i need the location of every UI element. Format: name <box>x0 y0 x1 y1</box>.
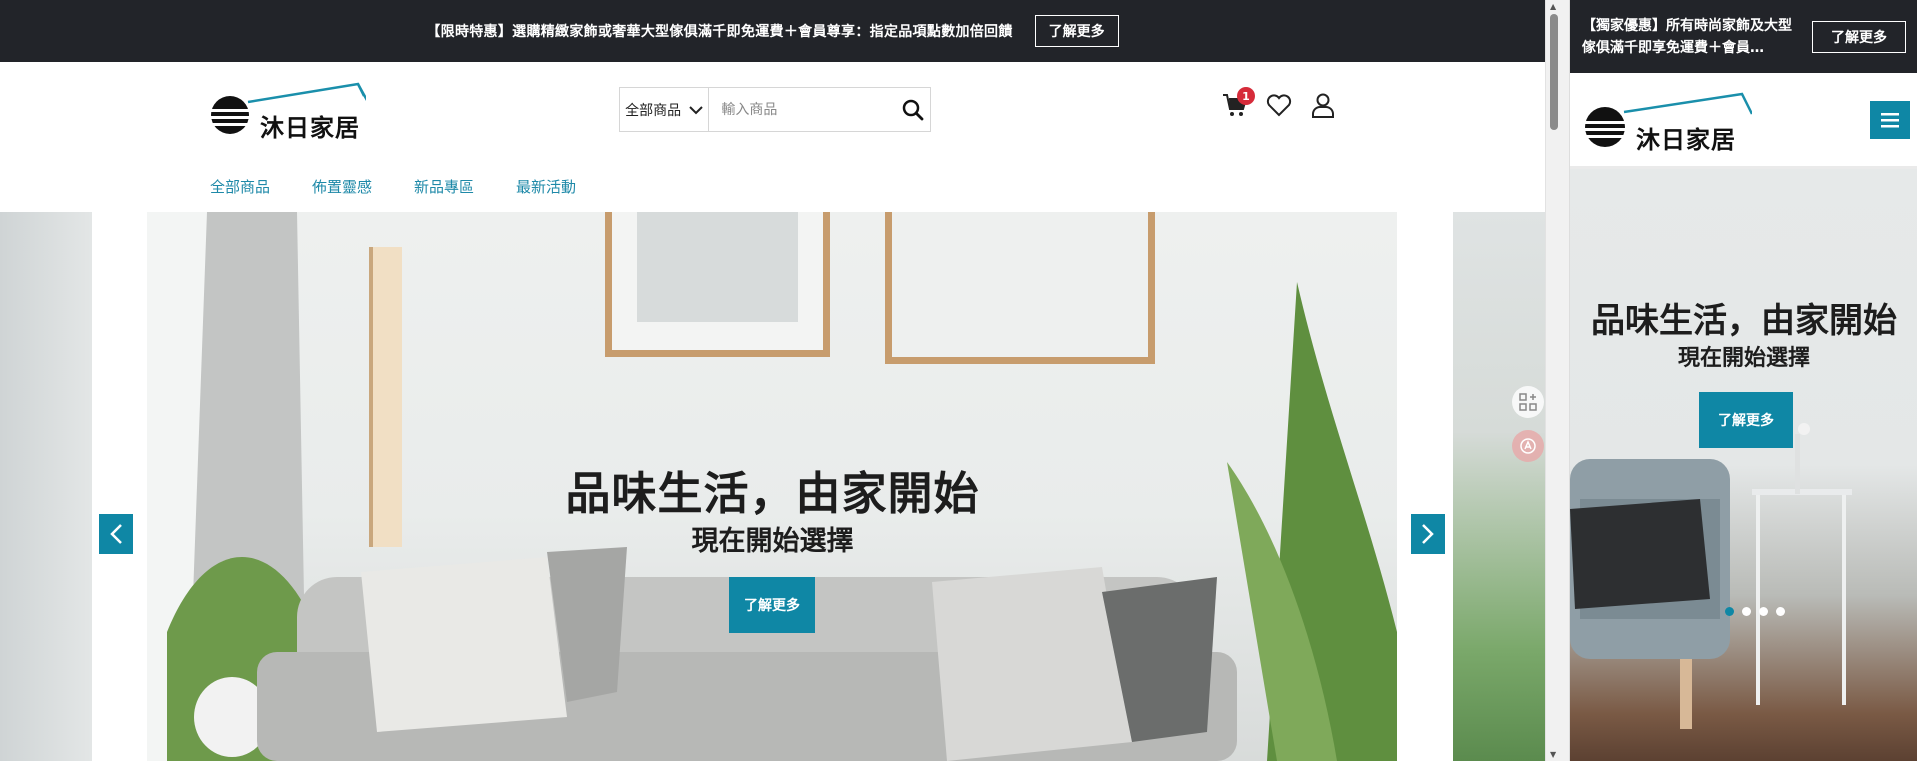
carousel-dot-1[interactable] <box>1725 607 1734 616</box>
wishlist-button[interactable] <box>1266 92 1292 118</box>
hero-subtitle: 現在開始選擇 <box>691 526 854 557</box>
mobile-hero-carousel: 品味生活，由家開始 現在開始選擇 了解更多 <box>1570 169 1917 761</box>
search-category-select[interactable]: 全部商品 <box>620 88 710 131</box>
screen: 【限時特惠】選購精緻家飾或奢華大型傢俱滿千即免運費＋會員尊享：指定品項點數加倍回… <box>0 0 1917 761</box>
hero-learn-more-button[interactable]: 了解更多 <box>729 577 815 633</box>
mobile-hero-title: 品味生活，由家開始 <box>1591 301 1897 341</box>
hero-carousel: 品味生活，由家開始 現在開始選擇 了解更多 <box>0 212 1545 761</box>
nav-new-arrivals[interactable]: 新品專區 <box>414 176 474 197</box>
carousel-dot-3[interactable] <box>1759 607 1768 616</box>
mobile-view: 【獨家優惠】所有時尚家飾及大型傢俱滿千即享免運費＋會員… 了解更多 沐日家居 品… <box>1569 0 1917 761</box>
promo-bar: 【限時特惠】選購精緻家飾或奢華大型傢俱滿千即免運費＋會員尊享：指定品項點數加倍回… <box>0 0 1545 62</box>
scroll-up-arrow-icon[interactable]: ▲ <box>1550 2 1556 11</box>
hamburger-menu-icon <box>1881 113 1899 128</box>
carousel-dot-4[interactable] <box>1776 607 1785 616</box>
desktop-view: 【限時特惠】選購精緻家飾或奢華大型傢俱滿千即免運費＋會員尊享：指定品項點數加倍回… <box>0 0 1545 761</box>
mobile-hero-subtitle: 現在開始選擇 <box>1677 346 1810 371</box>
mobile-hero-learn-more-button[interactable]: 了解更多 <box>1699 392 1793 448</box>
search-button[interactable] <box>895 88 930 131</box>
cart-button[interactable]: 1 <box>1222 87 1255 118</box>
nav-latest-events[interactable]: 最新活動 <box>516 176 576 197</box>
carousel-dot-2[interactable] <box>1742 607 1751 616</box>
mobile-menu-button[interactable] <box>1870 101 1910 139</box>
hero-title: 品味生活，由家開始 <box>565 467 980 520</box>
scroll-down-arrow-icon[interactable]: ▼ <box>1550 750 1556 759</box>
search-category-label: 全部商品 <box>625 102 682 119</box>
mobile-logo-text: 沐日家居 <box>1636 126 1736 154</box>
nav-all-products[interactable]: 全部商品 <box>210 176 270 197</box>
mobile-promo-text: 【獨家優惠】所有時尚家飾及大型傢俱滿千即享免運費＋會員… <box>1582 18 1792 56</box>
scrollbar-thumb[interactable] <box>1550 14 1558 130</box>
header-icons: 1 <box>1222 87 1336 118</box>
floating-apps-button[interactable] <box>1512 386 1544 418</box>
mobile-promo-learn-more-button[interactable]: 了解更多 <box>1812 21 1906 53</box>
mobile-hero-scene-illustration <box>1570 423 1852 729</box>
logo-text: 沐日家居 <box>260 114 360 142</box>
mobile-promo-bar: 【獨家優惠】所有時尚家飾及大型傢俱滿千即享免運費＋會員… 了解更多 <box>1570 0 1917 73</box>
apps-add-icon <box>1519 393 1537 411</box>
mobile-site-logo[interactable]: 沐日家居 <box>1582 92 1752 154</box>
promo-text: 【限時特惠】選購精緻家飾或奢華大型傢俱滿千即免運費＋會員尊享：指定品項點數加倍回… <box>426 24 1013 40</box>
search-input[interactable] <box>709 88 896 131</box>
search-box: 全部商品 <box>619 87 931 132</box>
cart-count-badge: 1 <box>1237 87 1255 105</box>
translate-icon <box>1520 438 1536 454</box>
heart-icon <box>1266 94 1292 117</box>
promo-learn-more-button[interactable]: 了解更多 <box>1034 15 1119 47</box>
nav-inspiration[interactable]: 佈置靈感 <box>312 176 372 197</box>
site-logo[interactable]: 沐日家居 <box>208 82 366 142</box>
chevron-down-icon <box>689 105 703 114</box>
main-nav: 全部商品 佈置靈感 新品專區 最新活動 <box>210 176 618 197</box>
carousel-pagination <box>1725 607 1785 616</box>
search-icon <box>902 99 924 120</box>
account-button[interactable] <box>1310 92 1336 118</box>
user-icon <box>1312 93 1334 118</box>
